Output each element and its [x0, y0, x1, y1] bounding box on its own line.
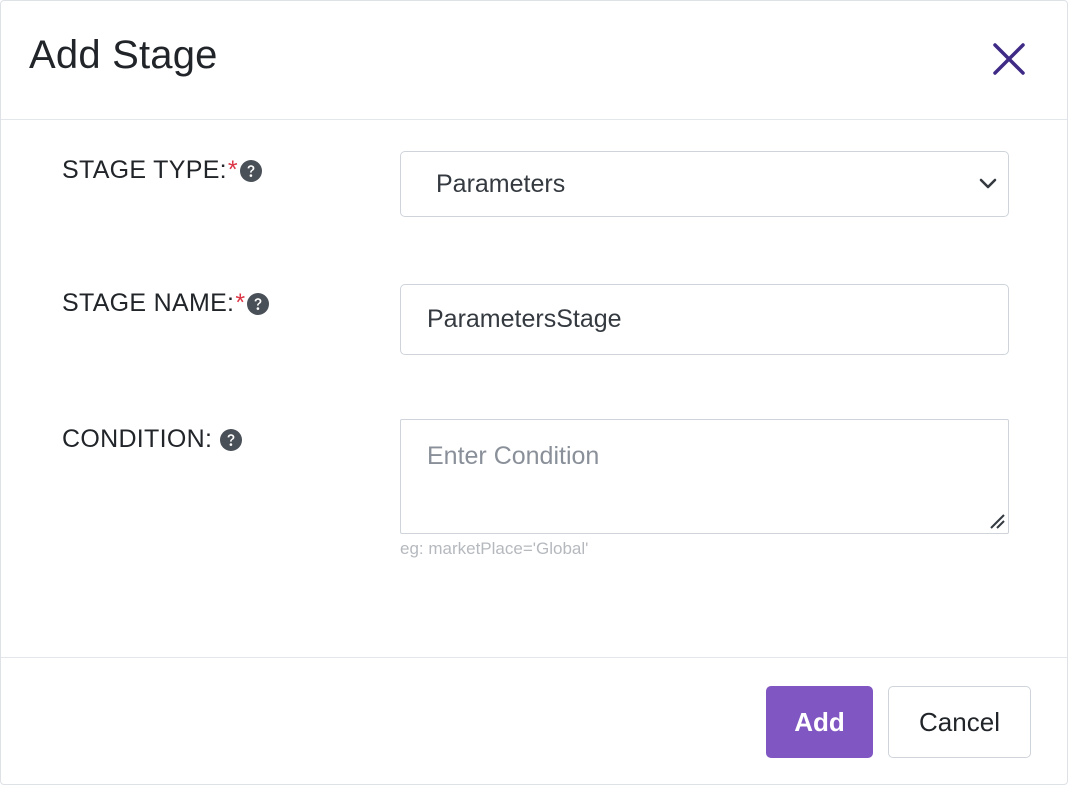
required-mark: * [235, 289, 246, 317]
question-circle-icon[interactable] [239, 159, 262, 182]
add-stage-dialog: Add Stage STAGE TYPE: * Parameters STAGE… [0, 0, 1068, 785]
stage-type-select[interactable]: Parameters [400, 151, 1009, 217]
required-mark: * [227, 156, 238, 184]
stage-name-input[interactable] [400, 284, 1009, 355]
condition-hint: eg: marketPlace='Global' [400, 539, 589, 558]
stage-type-label: STAGE TYPE: * [62, 156, 262, 185]
close-button[interactable] [989, 41, 1029, 81]
condition-textarea[interactable] [400, 419, 1009, 534]
stage-name-label: STAGE NAME: * [62, 289, 270, 318]
stage-type-label-text: STAGE TYPE: [62, 156, 227, 184]
close-icon [992, 42, 1026, 81]
condition-label: CONDITION: [62, 425, 243, 454]
question-circle-icon[interactable] [247, 292, 270, 315]
dialog-title: Add Stage [29, 33, 218, 77]
stage-name-label-text: STAGE NAME: [62, 289, 235, 317]
chevron-down-icon [978, 174, 998, 194]
stage-type-selected-value: Parameters [436, 170, 566, 198]
cancel-button[interactable]: Cancel [888, 686, 1031, 758]
dialog-header: Add Stage [1, 1, 1067, 120]
add-button[interactable]: Add [766, 686, 873, 758]
condition-label-text: CONDITION: [62, 425, 213, 453]
question-circle-icon[interactable] [220, 428, 243, 451]
resize-handle-icon[interactable] [987, 511, 1007, 531]
footer-divider [1, 657, 1067, 658]
